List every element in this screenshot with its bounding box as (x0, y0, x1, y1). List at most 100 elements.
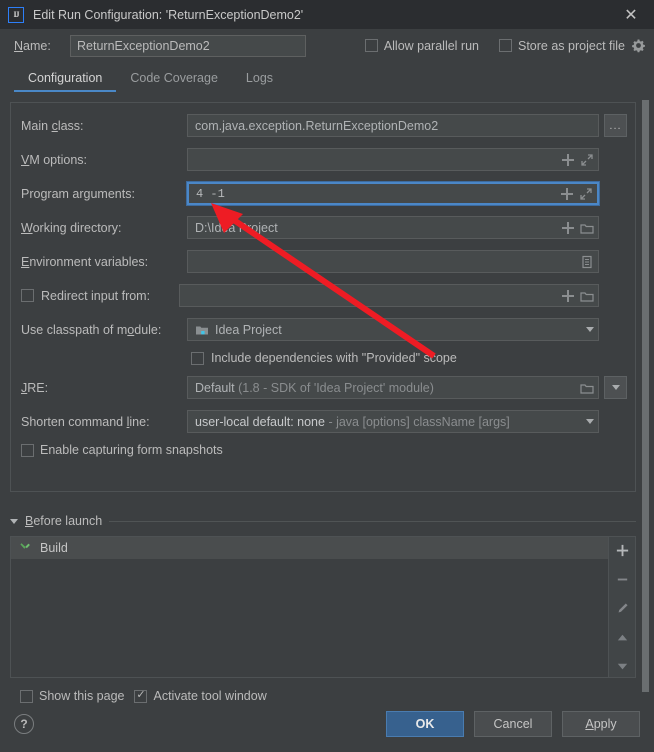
before-launch-header[interactable]: Before launch (10, 514, 636, 528)
gear-icon[interactable] (632, 39, 646, 53)
checkbox-box (499, 39, 512, 52)
jre-dropdown[interactable]: Default (1.8 - SDK of 'Idea Project' mod… (187, 376, 599, 399)
name-input[interactable] (70, 34, 306, 57)
vm-options-label: VM options: (21, 152, 88, 167)
apply-button[interactable]: Apply (562, 711, 640, 737)
redirect-input-from-checkbox[interactable] (21, 289, 34, 302)
include-provided-scope-row[interactable]: Include dependencies with "Provided" sco… (191, 351, 627, 365)
working-directory-row: Working directory: D:\Idea Project (21, 215, 627, 240)
main-class-row: Main class: com.java.exception.ReturnExc… (21, 113, 627, 138)
configuration-panel: Main class: com.java.exception.ReturnExc… (10, 102, 636, 492)
module-icon (195, 323, 209, 337)
environment-variables-input[interactable] (187, 250, 599, 273)
main-class-value: com.java.exception.ReturnExceptionDemo2 (195, 118, 439, 133)
plus-icon[interactable] (561, 153, 575, 167)
use-classpath-of-module-dropdown[interactable]: Idea Project (187, 318, 599, 341)
use-classpath-of-module-value: Idea Project (215, 322, 282, 337)
name-row: Name: Allow parallel run Store as projec… (0, 29, 654, 62)
working-directory-label: Working directory: (21, 220, 122, 235)
vm-options-row: VM options: (21, 147, 627, 172)
working-directory-value: D:\Idea Project (195, 220, 278, 235)
dialog-footer: ? OK Cancel Apply (0, 700, 654, 752)
scrollbar-thumb[interactable] (642, 100, 649, 692)
plus-icon[interactable] (561, 221, 575, 235)
jre-chevron-down-icon[interactable] (604, 376, 627, 399)
enable-capturing-form-snapshots-label: Enable capturing form snapshots (40, 443, 223, 457)
allow-parallel-run-label: Allow parallel run (383, 38, 479, 53)
environment-variables-row: Environment variables: (21, 249, 627, 274)
folder-icon[interactable] (580, 289, 594, 303)
expand-icon[interactable] (580, 153, 594, 167)
chevron-down-icon (611, 385, 620, 390)
before-launch-list[interactable]: Build (11, 537, 608, 677)
shorten-command-line-label: Shorten command line: (21, 414, 150, 429)
use-classpath-of-module-label: Use classpath of module: (21, 322, 162, 337)
window-title: Edit Run Configuration: 'ReturnException… (33, 7, 304, 22)
store-as-project-file-label: Store as project file (518, 38, 625, 53)
jre-row: JRE: Default (1.8 - SDK of 'Idea Project… (21, 375, 627, 400)
shorten-command-line-detail: - java [options] className [args] (328, 414, 510, 429)
tab-configuration[interactable]: Configuration (14, 67, 117, 92)
environment-variables-label: Environment variables: (21, 254, 149, 269)
edit-button[interactable] (613, 599, 631, 617)
list-item[interactable]: Build (11, 537, 608, 559)
program-arguments-row: Program arguments: 4 -1 (21, 181, 627, 206)
tab-logs[interactable]: Logs (232, 67, 287, 92)
folder-icon[interactable] (580, 381, 594, 395)
list-editor-icon[interactable] (580, 255, 594, 269)
window-titlebar: IJ Edit Run Configuration: 'ReturnExcept… (0, 0, 654, 29)
vertical-scrollbar[interactable] (641, 100, 650, 692)
collapse-triangle-icon[interactable] (10, 518, 18, 524)
help-button[interactable]: ? (14, 714, 34, 734)
include-provided-scope-label: Include dependencies with "Provided" sco… (211, 351, 457, 365)
plus-icon[interactable] (561, 289, 575, 303)
program-arguments-label: Program arguments: (21, 186, 135, 201)
plus-icon[interactable] (560, 187, 574, 201)
before-launch-title: Before launch (25, 514, 103, 528)
chevron-down-icon[interactable] (586, 419, 594, 424)
use-classpath-of-module-row: Use classpath of module: Idea Project (21, 317, 627, 342)
logo-text: IJ (13, 10, 19, 19)
ok-button[interactable]: OK (386, 711, 464, 737)
expand-icon[interactable] (579, 187, 593, 201)
program-arguments-value: 4 -1 (196, 186, 225, 201)
vm-options-input[interactable] (187, 148, 599, 171)
cancel-button[interactable]: Cancel (474, 711, 552, 737)
tab-bar: Configuration Code Coverage Logs (0, 62, 654, 92)
jre-value: Default (195, 380, 235, 395)
redirect-input-from-label[interactable]: Redirect input from: (21, 289, 187, 303)
ellipsis-button-icon[interactable]: ... (604, 114, 627, 137)
before-launch-toolbar (608, 537, 635, 677)
allow-parallel-run-checkbox[interactable]: Allow parallel run (364, 38, 479, 53)
list-item-label: Build (40, 541, 68, 555)
build-hammer-icon (19, 541, 33, 555)
add-button[interactable] (613, 541, 631, 559)
redirect-input-from-text: Redirect input from: (41, 288, 151, 303)
name-label: Name: (14, 38, 51, 53)
enable-capturing-form-snapshots-row[interactable]: Enable capturing form snapshots (21, 443, 627, 457)
remove-button[interactable] (613, 570, 631, 588)
program-arguments-input[interactable]: 4 -1 (186, 181, 600, 206)
shorten-command-line-row: Shorten command line: user-local default… (21, 409, 627, 434)
move-up-button[interactable] (613, 628, 631, 646)
include-provided-scope-checkbox[interactable] (191, 351, 204, 365)
move-down-button[interactable] (613, 657, 631, 675)
chevron-down-icon[interactable] (586, 327, 594, 332)
working-directory-input[interactable]: D:\Idea Project (187, 216, 599, 239)
close-icon[interactable]: ✕ (618, 0, 644, 29)
folder-icon[interactable] (580, 221, 594, 235)
jre-value-detail: (1.8 - SDK of 'Idea Project' module) (238, 380, 434, 395)
main-class-label: Main class: (21, 118, 84, 133)
tab-code-coverage[interactable]: Code Coverage (116, 67, 232, 92)
enable-capturing-form-snapshots-checkbox[interactable] (21, 443, 34, 457)
before-launch-panel: Build (10, 536, 636, 678)
redirect-input-from-row: Redirect input from: (21, 283, 627, 308)
shorten-command-line-dropdown[interactable]: user-local default: none - java [options… (187, 410, 599, 433)
intellij-idea-icon: IJ (8, 6, 24, 23)
redirect-input-from-input[interactable] (179, 284, 599, 307)
store-as-project-file-checkbox[interactable]: Store as project file (499, 39, 625, 53)
divider (109, 520, 636, 522)
shorten-command-line-value: user-local default: none (195, 414, 325, 429)
main-class-input[interactable]: com.java.exception.ReturnExceptionDemo2 (187, 114, 599, 137)
checkbox-box (364, 39, 378, 52)
